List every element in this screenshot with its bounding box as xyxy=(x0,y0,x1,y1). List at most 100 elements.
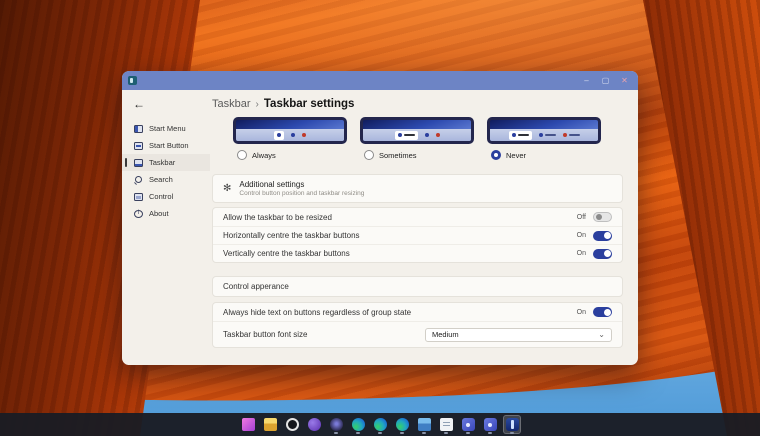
window-app-icon xyxy=(128,76,137,85)
taskbar-button-indigo-app[interactable] xyxy=(327,415,345,434)
taskbar-button-media-app[interactable] xyxy=(239,415,257,434)
taskbar-button-ring-app[interactable] xyxy=(283,415,301,434)
radio-label: Always xyxy=(252,151,276,160)
control-appearance-header: Control apperance xyxy=(212,276,623,297)
radio-label: Never xyxy=(506,151,526,160)
section-title: Control apperance xyxy=(223,282,289,291)
window-body: ← Start Menu Start Button Taskbar Search xyxy=(122,90,638,365)
start-menu-icon xyxy=(134,125,143,133)
sidebar-item-label: About xyxy=(149,209,169,218)
toggle-state-label: On xyxy=(577,232,586,239)
sidebar-item-taskbar[interactable]: Taskbar xyxy=(122,154,210,171)
toggle-state-label: On xyxy=(577,250,586,257)
radio-option-never[interactable]: Never xyxy=(491,150,618,160)
notepad-icon xyxy=(440,418,453,431)
breadcrumb-parent[interactable]: Taskbar xyxy=(212,98,251,110)
radio-icon[interactable] xyxy=(237,150,247,160)
setting-label: Taskbar button font size xyxy=(223,330,425,339)
preview-sometimes[interactable] xyxy=(360,117,474,144)
control-icon xyxy=(134,193,143,201)
os-taskbar xyxy=(0,413,760,436)
preview-taskbar-strip xyxy=(236,129,344,141)
blue-folder-app-icon xyxy=(418,418,431,431)
window-titlebar[interactable]: – ▢ ✕ xyxy=(122,71,638,90)
radio-option-sometimes[interactable]: Sometimes xyxy=(364,150,491,160)
sidebar-item-label: Search xyxy=(149,175,173,184)
toggle-horizontal-centre[interactable] xyxy=(593,231,612,241)
sidebar-item-control[interactable]: Control xyxy=(122,188,210,205)
sidebar-item-search[interactable]: Search xyxy=(122,171,210,188)
section-subtitle: Control button position and taskbar resi… xyxy=(239,190,364,197)
content-pane: Taskbar › Taskbar settings xyxy=(210,90,638,365)
sidebar-item-label: Taskbar xyxy=(149,158,175,167)
edge-browser-icon xyxy=(396,418,409,431)
gear-icon: ✻ xyxy=(223,183,231,194)
setting-row-resize: Allow the taskbar to be resized Off xyxy=(213,208,622,226)
breadcrumb: Taskbar › Taskbar settings xyxy=(212,98,623,110)
sidebar-item-about[interactable]: About xyxy=(122,205,210,222)
control-appearance-card: Always hide text on buttons regardless o… xyxy=(212,302,623,348)
taskbar-button-visual-studio-1[interactable] xyxy=(459,415,477,434)
start-button-icon xyxy=(134,142,143,150)
grouping-radio-group: Always Sometimes Never xyxy=(237,150,623,160)
ring-app-icon xyxy=(286,418,299,431)
close-button[interactable]: ✕ xyxy=(615,72,634,89)
breadcrumb-separator-icon: › xyxy=(256,99,259,110)
page-title: Taskbar settings xyxy=(264,98,355,110)
sidebar-item-label: Control xyxy=(149,192,173,201)
desktop: – ▢ ✕ ← Start Menu Start Button Taskbar xyxy=(0,0,760,436)
setting-row-font-size: Taskbar button font size Medium ⌄ xyxy=(213,321,622,347)
taskbar-button-blue-folder[interactable] xyxy=(415,415,433,434)
additional-settings-card: Allow the taskbar to be resized Off Hori… xyxy=(212,207,623,263)
purple-app-icon xyxy=(308,418,321,431)
setting-row-vertical-centre: Vertically centre the taskbar buttons On xyxy=(213,244,622,262)
edge-browser-icon xyxy=(374,418,387,431)
radio-icon-selected[interactable] xyxy=(491,150,501,160)
sidebar-item-label: Start Menu xyxy=(149,124,186,133)
back-button[interactable]: ← xyxy=(133,97,147,111)
sidebar-item-label: Start Button xyxy=(149,141,189,150)
setting-label: Horizontally centre the taskbar buttons xyxy=(223,231,577,240)
chevron-down-icon: ⌄ xyxy=(598,332,605,338)
indigo-circle-app-icon xyxy=(330,418,343,431)
taskbar-button-edge-3[interactable] xyxy=(393,415,411,434)
taskbar-button-taskbar-settings-app[interactable] xyxy=(503,415,521,434)
font-size-dropdown[interactable]: Medium ⌄ xyxy=(425,328,612,342)
taskbar-button-file-explorer[interactable] xyxy=(261,415,279,434)
dropdown-value: Medium xyxy=(432,330,598,339)
radio-option-always[interactable]: Always xyxy=(237,150,364,160)
preview-always[interactable] xyxy=(233,117,347,144)
taskbar-settings-window: – ▢ ✕ ← Start Menu Start Button Taskbar xyxy=(122,71,638,365)
setting-label: Allow the taskbar to be resized xyxy=(223,213,577,222)
window-controls: – ▢ ✕ xyxy=(577,72,634,89)
sidebar-item-start-menu[interactable]: Start Menu xyxy=(122,120,210,137)
grouping-previews xyxy=(233,117,623,144)
taskbar-button-edge-2[interactable] xyxy=(371,415,389,434)
file-explorer-yellow-icon xyxy=(264,418,277,431)
radio-label: Sometimes xyxy=(379,151,417,160)
additional-settings-header: ✻ Additional settings Control button pos… xyxy=(212,174,623,203)
taskbar-button-notepad[interactable] xyxy=(437,415,455,434)
taskbar-button-edge-1[interactable] xyxy=(349,415,367,434)
toggle-state-label: On xyxy=(577,309,586,316)
toggle-resize[interactable] xyxy=(593,212,612,222)
sidebar-item-start-button[interactable]: Start Button xyxy=(122,137,210,154)
sidebar: ← Start Menu Start Button Taskbar Search xyxy=(122,90,210,365)
taskbar-icon xyxy=(134,159,143,167)
visual-studio-icon xyxy=(462,418,475,431)
preview-taskbar-strip xyxy=(363,129,471,141)
preview-never[interactable] xyxy=(487,117,601,144)
maximize-button[interactable]: ▢ xyxy=(596,72,615,89)
taskbar-button-purple-app[interactable] xyxy=(305,415,323,434)
setting-row-horizontal-centre: Horizontally centre the taskbar buttons … xyxy=(213,226,622,244)
toggle-vertical-centre[interactable] xyxy=(593,249,612,259)
toggle-hide-text[interactable] xyxy=(593,307,612,317)
minimize-button[interactable]: – xyxy=(577,72,596,89)
edge-browser-icon xyxy=(352,418,365,431)
media-app-icon xyxy=(242,418,255,431)
taskbar-button-visual-studio-2[interactable] xyxy=(481,415,499,434)
toggle-state-label: Off xyxy=(577,214,586,221)
visual-studio-icon xyxy=(484,418,497,431)
taskbar-settings-app-icon xyxy=(506,418,519,431)
radio-icon[interactable] xyxy=(364,150,374,160)
